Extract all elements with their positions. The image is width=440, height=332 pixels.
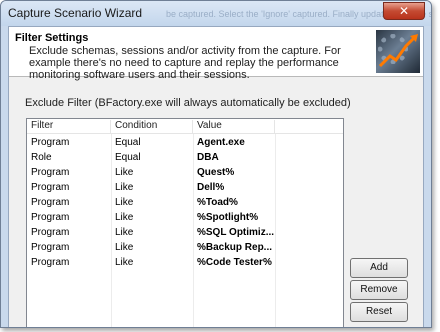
cell-filter: Program bbox=[31, 167, 70, 178]
cell-condition: Like bbox=[115, 212, 134, 223]
close-button[interactable]: ✕ bbox=[383, 2, 425, 20]
cell-condition: Like bbox=[115, 227, 134, 238]
close-icon: ✕ bbox=[398, 4, 410, 18]
table-row[interactable]: Program Equal Agent.exe bbox=[27, 135, 343, 150]
cell-filter: Program bbox=[31, 182, 70, 193]
cell-condition: Equal bbox=[115, 152, 141, 163]
reset-button[interactable]: Reset bbox=[350, 302, 408, 322]
table-row[interactable]: Program Like Quest% bbox=[27, 165, 343, 180]
cell-condition: Like bbox=[115, 182, 134, 193]
cell-value: %Spotlight% bbox=[197, 212, 259, 223]
filter-list[interactable]: Filter Condition Value Program Equal Age… bbox=[26, 118, 344, 327]
performance-chart-gear-icon bbox=[376, 30, 420, 73]
cell-value: %Backup Rep... bbox=[197, 242, 273, 253]
cell-value: %Code Tester% bbox=[197, 257, 272, 268]
wizard-client-area: Filter Settings Exclude schemas, session… bbox=[8, 26, 424, 327]
exclude-filter-label: Exclude Filter (BFactory.exe will always… bbox=[25, 97, 351, 109]
table-row[interactable]: Role Equal DBA bbox=[27, 150, 343, 165]
window-title: Capture Scenario Wizard bbox=[8, 6, 143, 20]
column-header-filter[interactable]: Filter bbox=[27, 120, 111, 134]
cell-condition: Like bbox=[115, 167, 134, 178]
cell-filter: Program bbox=[31, 212, 70, 223]
table-row[interactable]: Program Like %Toad% bbox=[27, 195, 343, 210]
cell-filter: Program bbox=[31, 242, 70, 253]
cell-condition: Equal bbox=[115, 137, 141, 148]
cell-filter: Program bbox=[31, 257, 70, 268]
page-description: Exclude schemas, sessions and/or activit… bbox=[29, 45, 341, 81]
chart-arrow-icon bbox=[378, 34, 418, 68]
table-row[interactable]: Program Like %Spotlight% bbox=[27, 210, 343, 225]
wizard-window: Capture Scenario Wizard be captured. Sel… bbox=[0, 0, 432, 328]
cell-filter: Program bbox=[31, 197, 70, 208]
cell-value: %SQL Optimiz... bbox=[197, 227, 275, 238]
cell-value: %Toad% bbox=[197, 197, 238, 208]
remove-button[interactable]: Remove bbox=[350, 280, 408, 300]
cell-condition: Like bbox=[115, 257, 134, 268]
table-row[interactable]: Program Like %Code Tester% bbox=[27, 255, 343, 270]
cell-condition: Like bbox=[115, 197, 134, 208]
table-row[interactable]: Program Like Dell% bbox=[27, 180, 343, 195]
cell-value: Quest% bbox=[197, 167, 235, 178]
column-header-condition[interactable]: Condition bbox=[111, 120, 193, 134]
add-button[interactable]: Add bbox=[350, 258, 408, 278]
wizard-header: Filter Settings Exclude schemas, session… bbox=[9, 27, 423, 81]
cell-condition: Like bbox=[115, 242, 134, 253]
table-row[interactable]: Program Like %Backup Rep... bbox=[27, 240, 343, 255]
cell-value: Agent.exe bbox=[197, 137, 245, 148]
list-header: Filter Condition Value bbox=[27, 119, 343, 134]
column-header-value[interactable]: Value bbox=[193, 120, 275, 134]
cell-value: DBA bbox=[197, 152, 219, 163]
table-row[interactable]: Program Like %SQL Optimiz... bbox=[27, 225, 343, 240]
page-title: Filter Settings bbox=[15, 32, 89, 44]
cell-filter: Program bbox=[31, 137, 70, 148]
title-bar[interactable]: Capture Scenario Wizard be captured. Sel… bbox=[1, 1, 431, 26]
cell-value: Dell% bbox=[197, 182, 225, 193]
cell-filter: Role bbox=[31, 152, 52, 163]
cell-filter: Program bbox=[31, 227, 70, 238]
